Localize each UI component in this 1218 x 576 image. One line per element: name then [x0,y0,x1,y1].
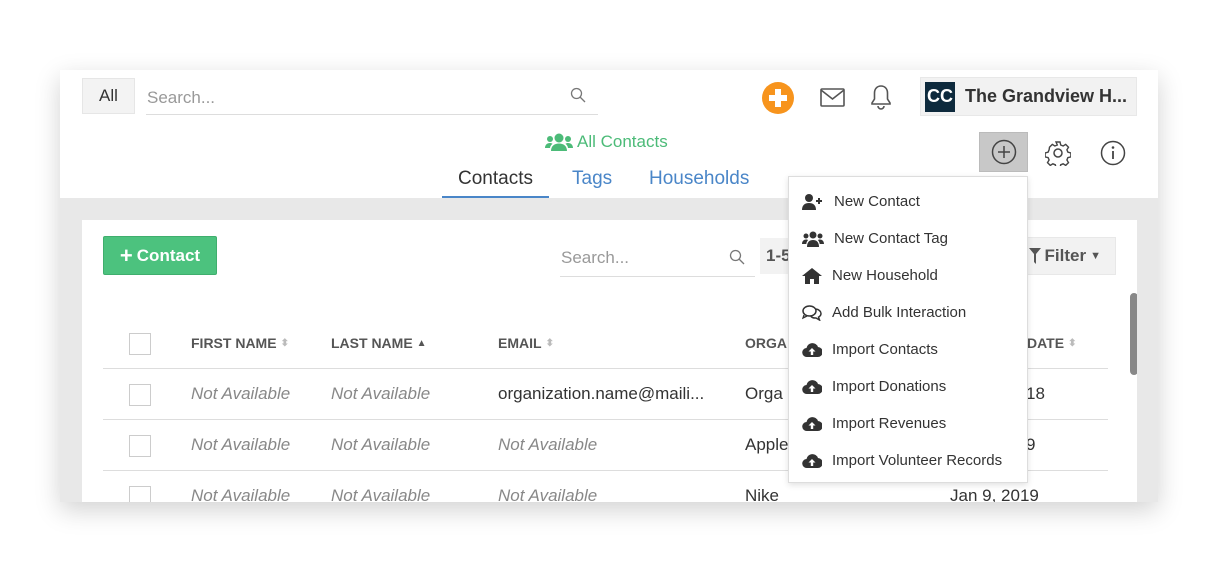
mail-icon[interactable] [820,88,845,107]
column-header-date[interactable]: DATE ⬍ [1027,335,1076,351]
row-checkbox[interactable] [129,435,151,457]
column-header-organization[interactable]: ORGA [745,335,787,351]
tab-tags[interactable]: Tags [556,168,628,196]
search-placeholder: Search... [561,248,630,267]
gear-icon[interactable] [1045,140,1071,166]
add-dropdown-menu: New Contact New Contact Tag New Househol… [788,176,1028,483]
cloud-upload-icon [802,379,822,394]
column-header-first-name[interactable]: FIRST NAME ⬍ [191,335,289,351]
search-placeholder: Search... [147,88,216,107]
menu-item-new-household[interactable]: New Household [789,257,1027,294]
contacts-search-input[interactable]: Search... [560,238,755,277]
cloud-upload-icon [802,453,822,468]
menu-item-label: Import Contacts [832,341,938,358]
menu-item-label: New Household [832,267,938,284]
org-name: The Grandview H... [965,86,1128,106]
menu-item-label: New Contact Tag [834,230,948,247]
user-plus-icon [802,193,822,210]
menu-item-new-contact-tag[interactable]: New Contact Tag [789,220,1027,257]
cell-organization: Nike [745,486,780,502]
quick-add-icon[interactable] [762,82,794,114]
scrollbar[interactable] [1130,293,1137,375]
cell-organization: Orga [745,384,783,403]
cloud-upload-icon [802,342,822,357]
row-checkbox[interactable] [129,384,151,406]
scope-select[interactable]: All [82,78,135,114]
cell-email: Not Available [498,435,598,454]
menu-item-label: Import Revenues [832,415,947,432]
select-all-checkbox[interactable] [129,333,151,355]
global-search-input[interactable]: Search... [146,78,598,115]
cell-first-name: Not Available [191,384,291,403]
cell-email: Not Available [498,486,598,502]
cell-last-name: Not Available [331,384,431,403]
cell-date: Jan 9, 2019 [950,486,1039,502]
filter-label: Filter [1044,246,1087,265]
home-icon [802,267,822,284]
menu-item-label: Import Donations [832,378,947,395]
bell-icon[interactable] [870,84,892,111]
menu-item-label: Import Volunteer Records [832,452,1003,469]
users-icon [545,133,573,151]
tab-households[interactable]: Households [633,168,765,196]
info-icon[interactable] [1100,140,1126,166]
menu-item-import-volunteer-records[interactable]: Import Volunteer Records [789,442,1027,479]
organization-switcher[interactable]: CC The Grandview H... [920,77,1137,116]
menu-item-add-bulk-interaction[interactable]: Add Bulk Interaction [789,294,1027,331]
users-icon [802,231,824,247]
menu-item-label: New Contact [834,193,920,210]
menu-item-new-contact[interactable]: New Contact [789,183,1027,220]
filter-icon [1028,248,1041,264]
cell-first-name: Not Available [191,435,291,454]
page-title-text: All Contacts [577,132,668,151]
row-checkbox[interactable] [129,486,151,502]
cell-organization: Apple [745,435,789,454]
cloud-upload-icon [802,416,822,431]
column-header-last-name[interactable]: LAST NAME ▲ [331,335,427,351]
add-contact-button[interactable]: + Contact [103,236,217,275]
cell-last-name: Not Available [331,486,431,502]
cell-date: 18 [1026,384,1045,403]
plus-circle-icon [991,139,1016,165]
menu-item-import-revenues[interactable]: Import Revenues [789,405,1027,442]
tab-contacts[interactable]: Contacts [442,168,549,198]
cell-email[interactable]: organization.name@maili... [498,384,704,404]
cell-first-name: Not Available [191,486,291,502]
column-header-email[interactable]: EMAIL ⬍ [498,335,554,351]
search-icon[interactable] [570,87,586,103]
page-title: All Contacts [545,132,668,152]
cell-last-name: Not Available [331,435,431,454]
menu-item-import-contacts[interactable]: Import Contacts [789,331,1027,368]
comments-icon [802,304,822,321]
menu-item-import-donations[interactable]: Import Donations [789,368,1027,405]
add-contact-label: Contact [136,245,201,265]
caret-down-icon: ▼ [1090,250,1101,262]
search-icon[interactable] [729,249,745,265]
menu-item-label: Add Bulk Interaction [832,304,967,321]
org-avatar: CC [925,81,955,112]
add-menu-button[interactable] [979,132,1028,172]
